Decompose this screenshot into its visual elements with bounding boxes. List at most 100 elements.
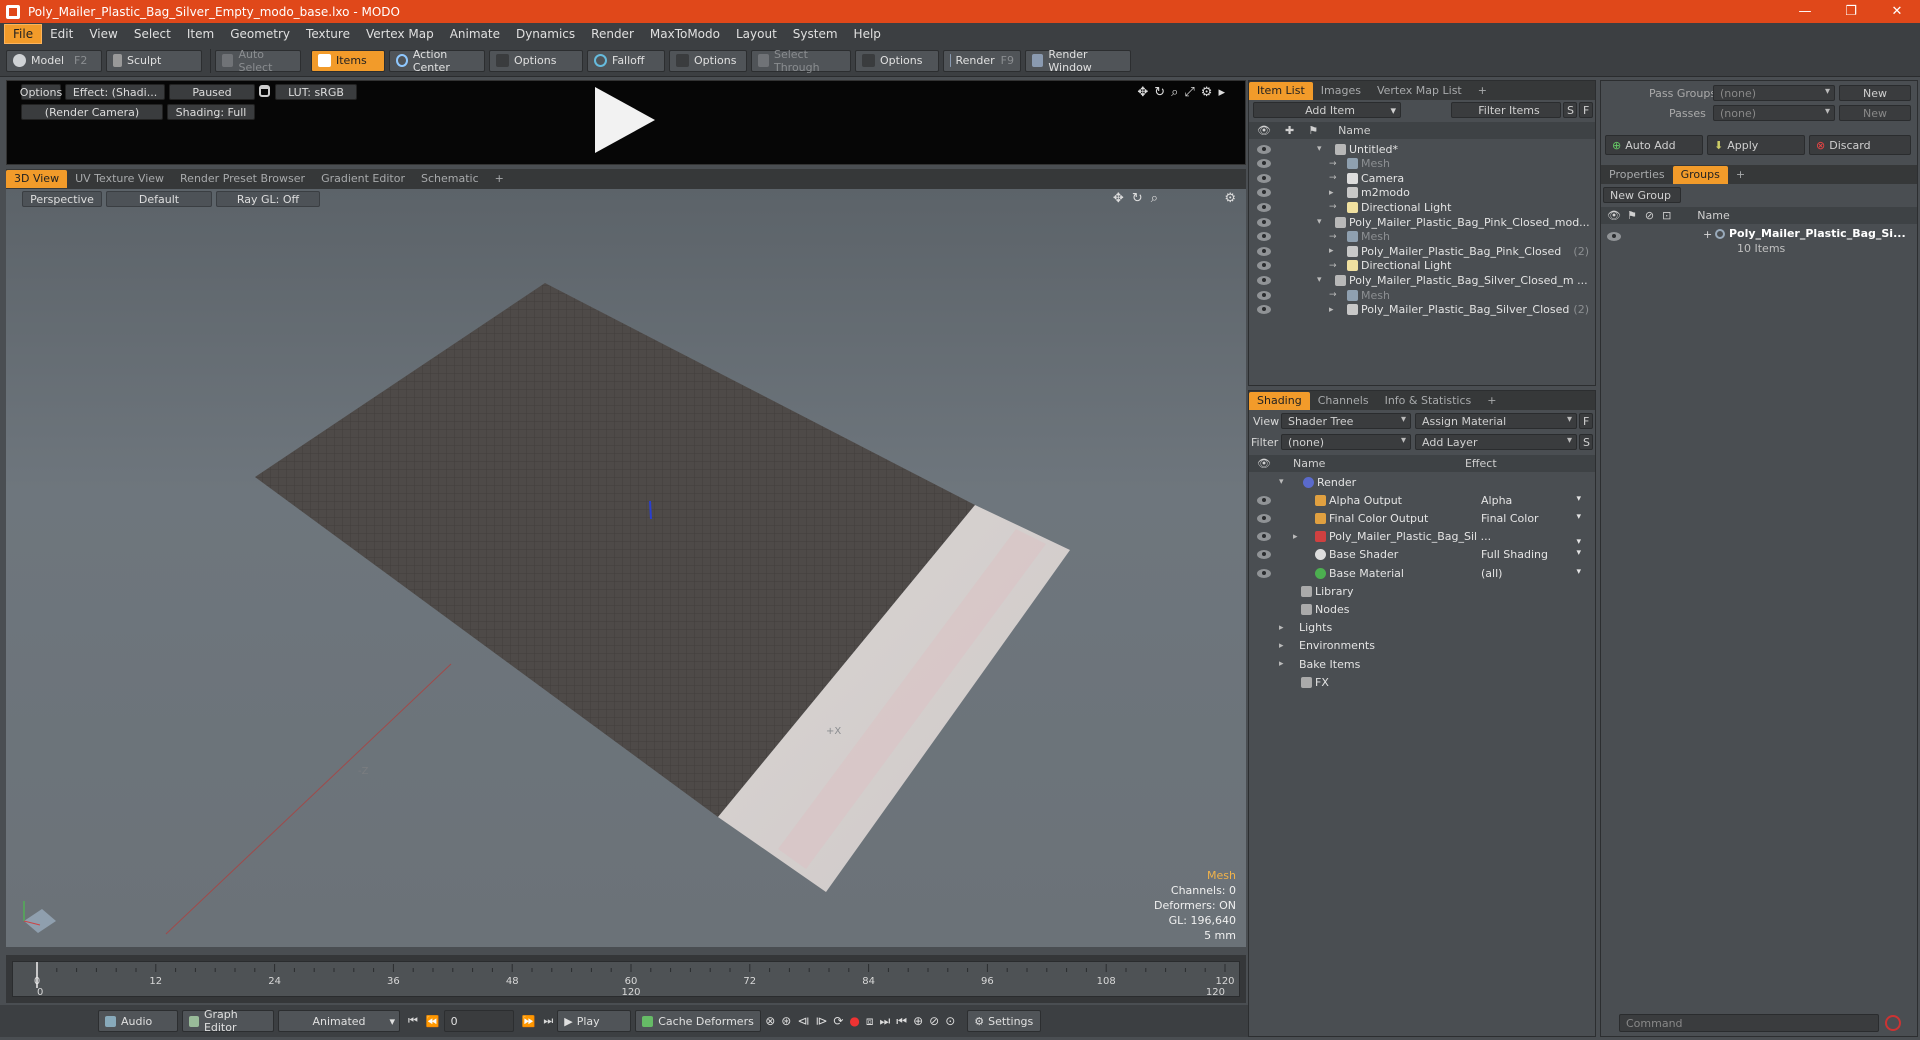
items-mode-button[interactable]: Items (311, 49, 385, 72)
visibility-eye-icon[interactable] (1257, 173, 1271, 183)
audio-button[interactable]: Audio (98, 1010, 178, 1032)
menu-vertex-map[interactable]: Vertex Map (358, 25, 442, 43)
menu-help[interactable]: Help (846, 25, 889, 43)
shader-tree-row[interactable]: Final Color Output Final Color ▾ (1249, 509, 1595, 527)
select-through-options-button[interactable]: Options (855, 49, 939, 72)
visibility-eye-icon[interactable] (1257, 217, 1271, 227)
item-list-tab-vertex-map-list[interactable]: Vertex Map List (1369, 82, 1470, 100)
menu-select[interactable]: Select (126, 25, 179, 43)
visibility-eye-icon[interactable] (1257, 232, 1271, 242)
shader-tree-row[interactable]: ▸ Bake Items (1249, 655, 1595, 673)
expand-arrow-icon[interactable]: ▸ (1279, 623, 1284, 633)
go-to-end-icon[interactable]: ⏭ (543, 1014, 553, 1028)
play-button[interactable]: ▶ Play (557, 1010, 632, 1032)
timeline[interactable]: 012243648607284961081200120120 (6, 955, 1246, 1003)
falloff-options-button[interactable]: Options (669, 49, 747, 72)
collapse-arrow-icon[interactable]: ▾ (1317, 275, 1322, 285)
viewport-tab-3d-view[interactable]: 3D View (6, 170, 68, 188)
settings-button[interactable]: ⚙ Settings (967, 1010, 1042, 1032)
menu-file[interactable]: File (4, 24, 43, 44)
shading-tab-add[interactable]: + (1479, 392, 1504, 410)
shader-tree-row[interactable]: ▸ Poly_Mailer_Plastic_Bag_Sil ... ▾ (1249, 528, 1595, 547)
new-pass-button[interactable]: New (1839, 105, 1911, 121)
maximize-button[interactable]: ❐ (1828, 0, 1874, 23)
menu-render[interactable]: Render (583, 25, 642, 43)
preview-paused-button[interactable]: Paused (169, 84, 255, 100)
preview-shading-dropdown[interactable]: Shading: Full (167, 104, 255, 120)
menu-geometry[interactable]: Geometry (222, 25, 298, 43)
shading-tab-channels[interactable]: Channels (1310, 392, 1377, 410)
menu-texture[interactable]: Texture (298, 25, 358, 43)
visibility-eye-icon[interactable] (1257, 550, 1271, 560)
visibility-eye-icon[interactable] (1257, 159, 1271, 169)
auto-add-button[interactable]: ⊕ Auto Add (1605, 135, 1703, 155)
command-input[interactable]: Command (1619, 1014, 1879, 1032)
render-button[interactable]: Render F9 (943, 49, 1021, 72)
menu-view[interactable]: View (81, 25, 125, 43)
expand-arrow-icon[interactable]: ▸ (1329, 305, 1334, 315)
timeline-ruler[interactable]: 012243648607284961081200120120 (12, 961, 1240, 998)
shader-tree-row[interactable]: Library (1249, 582, 1595, 600)
item-list-s-button[interactable]: S (1563, 102, 1577, 118)
step-forward-icon[interactable]: ⏩ (522, 1015, 536, 1028)
discard-button[interactable]: ⊗ Discard (1809, 135, 1911, 155)
viewport-tab-render-preset-browser[interactable]: Render Preset Browser (172, 170, 313, 188)
viewport-tab-gradient-editor[interactable]: Gradient Editor (313, 170, 413, 188)
pass-groups-dropdown[interactable]: (none) (1713, 85, 1835, 101)
lut-dropdown[interactable]: LUT: sRGB (275, 84, 357, 100)
right-tab-properties[interactable]: Properties (1601, 166, 1673, 184)
menu-animate[interactable]: Animate (442, 25, 508, 43)
menu-layout[interactable]: Layout (728, 25, 785, 43)
item-list-tab-images[interactable]: Images (1313, 82, 1369, 100)
animated-dropdown[interactable]: Animated ▾ (278, 1010, 400, 1032)
viewport-tab-schematic[interactable]: Schematic (413, 170, 487, 188)
effect-dropdown[interactable]: Alpha ▾ (1481, 494, 1581, 507)
cache-deformers-button[interactable]: Cache Deformers (635, 1010, 762, 1032)
add-item-dropdown[interactable]: Add Item ▾ (1253, 102, 1401, 118)
model-mode-button[interactable]: Model F2 (6, 49, 102, 72)
menu-system[interactable]: System (785, 25, 846, 43)
effect-dropdown[interactable]: Final Color ▾ (1481, 512, 1581, 525)
right-tab-groups[interactable]: Groups (1672, 165, 1728, 184)
current-frame-field[interactable]: 0 (443, 1010, 514, 1032)
visibility-eye-icon[interactable] (1257, 532, 1271, 542)
shader-tree-row[interactable]: ▸ Environments (1249, 637, 1595, 655)
item-list-f-button[interactable]: F (1579, 102, 1593, 118)
menu-edit[interactable]: Edit (42, 25, 81, 43)
minimize-button[interactable]: — (1782, 0, 1828, 23)
visibility-eye-icon[interactable] (1257, 290, 1271, 300)
viewport-tab-uv-texture-view[interactable]: UV Texture View (67, 170, 172, 188)
group-row[interactable]: + Poly_Mailer_Plastic_Bag_Si... 10 Items (1601, 226, 1917, 260)
collapse-arrow-icon[interactable]: ▾ (1317, 217, 1322, 227)
visibility-eye-icon[interactable] (1257, 261, 1271, 271)
effect-dropdown[interactable]: (all) ▾ (1481, 567, 1581, 580)
visibility-eye-icon[interactable] (1257, 568, 1271, 578)
render-camera-dropdown[interactable]: (Render Camera) (21, 104, 163, 120)
shading-filter-dropdown[interactable]: (none) (1281, 434, 1411, 450)
apply-button[interactable]: ⬇ Apply (1707, 135, 1805, 155)
shader-tree-row[interactable]: Base Shader Full Shading ▾ (1249, 546, 1595, 564)
item-list-tab-add[interactable]: + (1470, 82, 1495, 100)
expand-arrow-icon[interactable]: → (1329, 173, 1337, 183)
command-history-icon[interactable] (1885, 1015, 1901, 1031)
visibility-eye-icon[interactable] (1257, 202, 1271, 212)
play-preview-icon[interactable] (595, 87, 655, 153)
close-button[interactable]: ✕ (1874, 0, 1920, 23)
add-layer-dropdown[interactable]: Add Layer (1415, 434, 1577, 450)
step-back-icon[interactable]: ⏪ (426, 1015, 440, 1028)
visibility-eye-icon[interactable] (1257, 275, 1271, 285)
action-center-button[interactable]: Action Center (389, 48, 485, 74)
effect-dropdown[interactable]: Full Shading ▾ (1481, 548, 1581, 561)
shader-tree-dropdown[interactable]: Shader Tree (1281, 413, 1411, 429)
lock-icon[interactable] (259, 85, 270, 97)
assign-material-dropdown[interactable]: Assign Material (1415, 413, 1577, 429)
visibility-eye-icon[interactable] (1257, 513, 1271, 523)
shader-tree-row[interactable]: Alpha Output Alpha ▾ (1249, 491, 1595, 509)
shading-tab-info-statistics[interactable]: Info & Statistics (1377, 392, 1480, 410)
expand-icon[interactable]: + (1703, 228, 1712, 241)
preview-nav-icons[interactable]: ✥↻⌕⤢⚙▸ (1137, 85, 1231, 100)
render-window-button[interactable]: Render Window (1025, 48, 1131, 74)
menu-dynamics[interactable]: Dynamics (508, 25, 583, 43)
shader-tree-row[interactable]: ▾ Render (1249, 473, 1595, 491)
filter-items-input[interactable]: Filter Items (1451, 102, 1561, 118)
